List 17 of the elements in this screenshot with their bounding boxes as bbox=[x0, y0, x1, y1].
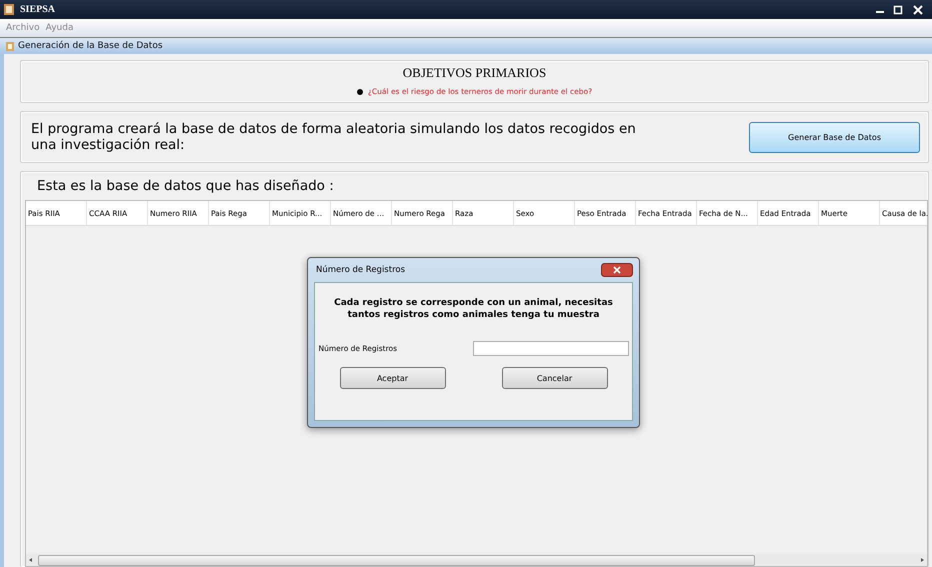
dialog-button[interactable]: Cancelar bbox=[502, 367, 608, 389]
dialog-title: Número de Registros bbox=[316, 265, 406, 275]
dialog-message: Cada registro se corresponde con un animal, necesitas tantos registros como animales tenga tu muestra bbox=[333, 297, 614, 321]
horizontal-scrollbar[interactable] bbox=[26, 554, 927, 566]
scroll-thumb[interactable] bbox=[38, 554, 755, 566]
app-icon bbox=[4, 4, 14, 15]
input-field[interactable] bbox=[472, 341, 628, 356]
table-title: Esta es la base de datos que has diseñado : bbox=[36, 178, 335, 194]
dialog-button[interactable]: Aceptar bbox=[340, 367, 446, 389]
close-icon[interactable] bbox=[601, 263, 633, 277]
bullet-icon bbox=[356, 88, 363, 94]
window-title: SIEPSA bbox=[20, 4, 56, 15]
objectives-title: OBJETIVOS PRIMARIOS bbox=[402, 65, 546, 81]
generate-button[interactable]: Generar Base de Datos bbox=[749, 122, 920, 152]
frame-title: Generación de la Base de Datos bbox=[18, 41, 163, 51]
description-text: El programa creará la base de datos de forma aleatoria simulando los datos recogidos en una investigación real: bbox=[31, 121, 637, 153]
frame-icon bbox=[6, 42, 14, 50]
